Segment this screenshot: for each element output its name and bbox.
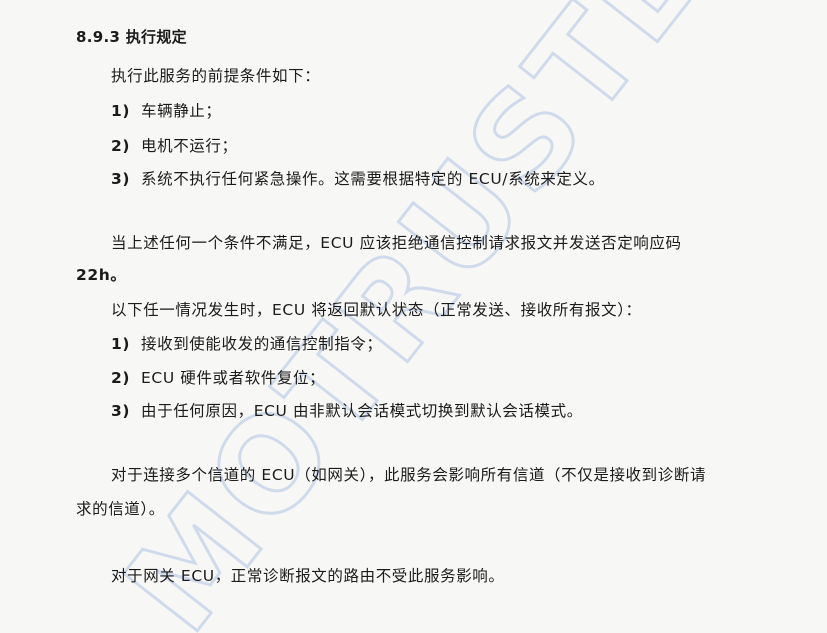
list-number: 2) bbox=[111, 137, 131, 155]
list-item: 2) ECU 硬件或者软件复位； bbox=[111, 368, 325, 388]
list-text: 接收到使能收发的通信控制指令； bbox=[141, 335, 383, 353]
section-heading: 8.9.3 执行规定 bbox=[76, 27, 187, 47]
default-state-intro: 以下任一情况发生时，ECU 将返回默认状态（正常发送、接收所有报文）： bbox=[111, 301, 642, 319]
preconditions-intro: 执行此服务的前提条件如下： bbox=[111, 67, 321, 85]
list-text: 系统不执行任何紧急操作。这需要根据特定的 ECU/系统来定义。 bbox=[141, 170, 605, 188]
list-item: 2) 电机不运行； bbox=[111, 136, 238, 156]
list-item: 1) 接收到使能收发的通信控制指令； bbox=[111, 334, 383, 354]
rejection-paragraph-line2: 22h。 bbox=[76, 266, 127, 284]
rejection-paragraph-line1: 当上述任何一个条件不满足，ECU 应该拒绝通信控制请求报文并发送否定响应码 bbox=[111, 234, 682, 252]
list-text: 由于任何原因，ECU 由非默认会话模式切换到默认会话模式。 bbox=[141, 402, 583, 420]
gateway-paragraph: 对于网关 ECU，正常诊断报文的路由不受此服务影响。 bbox=[111, 567, 505, 585]
list-number: 3) bbox=[111, 170, 131, 188]
list-item: 3) 由于任何原因，ECU 由非默认会话模式切换到默认会话模式。 bbox=[111, 401, 583, 421]
multichannel-paragraph-line1: 对于连接多个信道的 ECU（如网关），此服务会影响所有信道（不仅是接收到诊断请 bbox=[111, 466, 707, 484]
list-text: 车辆静止； bbox=[141, 102, 222, 120]
document-page: MOTRUSTECH 8.9.3 执行规定 执行此服务的前提条件如下： 1) 车辆… bbox=[0, 0, 827, 633]
section-title: 执行规定 bbox=[125, 28, 187, 46]
list-number: 1) bbox=[111, 335, 131, 353]
list-number: 3) bbox=[111, 402, 131, 420]
list-number: 1) bbox=[111, 102, 131, 120]
list-text: ECU 硬件或者软件复位； bbox=[141, 369, 326, 387]
multichannel-paragraph-line2: 求的信道）。 bbox=[76, 500, 165, 518]
list-number: 2) bbox=[111, 369, 131, 387]
list-item: 1) 车辆静止； bbox=[111, 101, 222, 121]
section-number: 8.9.3 bbox=[76, 28, 121, 46]
list-text: 电机不运行； bbox=[141, 137, 238, 155]
list-item: 3) 系统不执行任何紧急操作。这需要根据特定的 ECU/系统来定义。 bbox=[111, 169, 605, 189]
